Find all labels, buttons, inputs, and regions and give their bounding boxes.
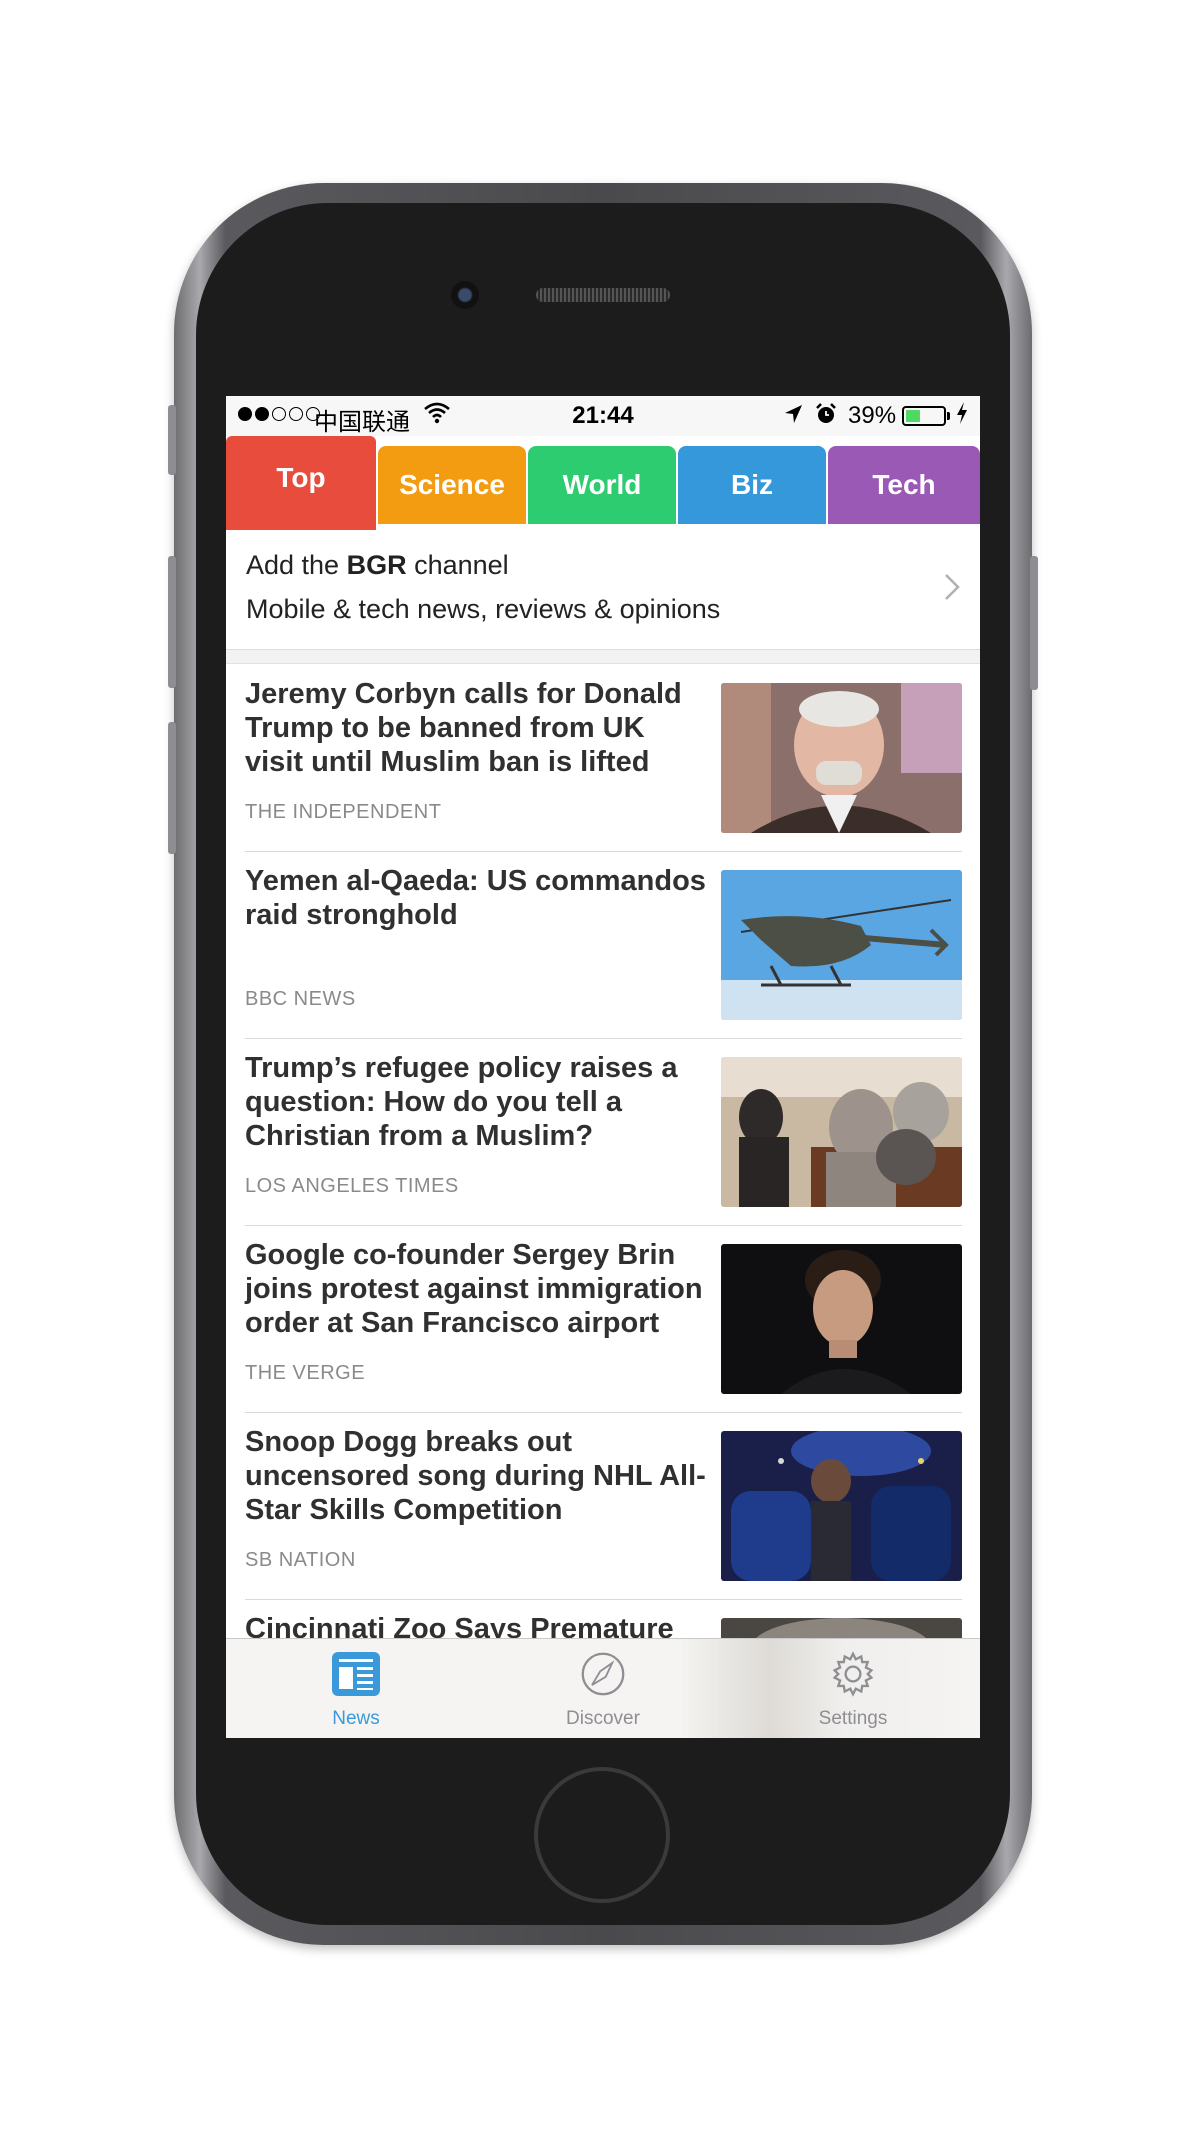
article-thumbnail xyxy=(721,1431,962,1581)
channel-name: BGR xyxy=(346,550,407,580)
tab-news-label: News xyxy=(332,1708,380,1729)
power-button xyxy=(1030,556,1038,690)
article-row[interactable]: Trump’s refugee policy raises a question… xyxy=(226,1039,980,1226)
article-source: SB NATION xyxy=(245,1549,356,1571)
article-thumbnail xyxy=(721,1244,962,1394)
front-camera xyxy=(451,281,479,309)
gear-icon xyxy=(828,1651,878,1701)
tab-tech[interactable]: Tech xyxy=(828,446,980,524)
battery-tip xyxy=(947,412,950,420)
article-headline: Snoop Dogg breaks out uncensored song du… xyxy=(245,1426,706,1526)
article-headline: Trump’s refugee policy raises a question… xyxy=(245,1052,678,1152)
article-row[interactable]: Google co-founder Sergey Brin joins prot… xyxy=(226,1226,980,1413)
channel-description: Mobile & tech news, reviews & opinions xyxy=(246,594,721,624)
chevron-right-icon xyxy=(944,566,960,611)
status-bar: 中国联通 21:44 39% xyxy=(226,396,980,436)
tab-top[interactable]: Top xyxy=(226,436,376,530)
channel-prefix: Add the xyxy=(246,550,347,580)
home-button[interactable] xyxy=(534,1767,670,1903)
tab-world[interactable]: World xyxy=(528,446,676,524)
article-source: BBC NEWS xyxy=(245,988,356,1010)
article-thumbnail xyxy=(721,683,962,833)
article-headline: Google co-founder Sergey Brin joins prot… xyxy=(245,1239,703,1339)
news-icon xyxy=(331,1652,381,1701)
battery-level xyxy=(906,410,921,422)
battery-icon xyxy=(902,406,946,426)
bottom-tab-bar: News Discover Settings xyxy=(226,1638,980,1738)
channel-title: Add the BGR channel xyxy=(246,550,509,581)
article-source: LOS ANGELES TIMES xyxy=(245,1175,459,1197)
location-arrow-icon xyxy=(782,402,804,433)
article-thumbnail xyxy=(721,870,962,1020)
earpiece-speaker xyxy=(536,288,670,302)
volume-down-button xyxy=(168,722,176,854)
article-source: THE VERGE xyxy=(245,1362,366,1384)
article-row[interactable]: Jeremy Corbyn calls for Donald Trump to … xyxy=(226,665,980,852)
add-channel-banner[interactable]: Add the BGR channel Mobile & tech news, … xyxy=(226,530,980,650)
tab-settings[interactable]: Settings xyxy=(773,1651,933,1730)
article-headline: Yemen al-Qaeda: US commandos raid strong… xyxy=(245,865,706,931)
tab-biz[interactable]: Biz xyxy=(678,446,826,524)
article-headline: Jeremy Corbyn calls for Donald Trump to … xyxy=(245,678,682,778)
article-row[interactable]: Yemen al-Qaeda: US commandos raid strong… xyxy=(226,852,980,1039)
charging-bolt-icon xyxy=(956,401,968,431)
tab-news[interactable]: News xyxy=(276,1651,436,1730)
battery-percent: 39% xyxy=(848,402,897,429)
channel-suffix: channel xyxy=(406,550,509,580)
app-screen: 中国联通 21:44 39% Top Science World Biz Tec… xyxy=(226,396,980,1738)
article-thumbnail xyxy=(721,1057,962,1207)
tab-science[interactable]: Science xyxy=(378,446,526,524)
tab-discover[interactable]: Discover xyxy=(523,1651,683,1730)
alarm-clock-icon xyxy=(814,402,838,433)
tab-discover-label: Discover xyxy=(566,1708,640,1729)
article-source: THE INDEPENDENT xyxy=(245,801,442,823)
article-row[interactable]: Snoop Dogg breaks out uncensored song du… xyxy=(226,1413,980,1600)
mute-switch xyxy=(168,405,176,475)
section-divider xyxy=(226,650,980,664)
category-tabs: Top Science World Biz Tech xyxy=(226,436,980,570)
tab-settings-label: Settings xyxy=(818,1708,888,1729)
article-list: Jeremy Corbyn calls for Donald Trump to … xyxy=(226,665,980,1738)
compass-icon xyxy=(578,1652,628,1701)
volume-up-button xyxy=(168,556,176,688)
